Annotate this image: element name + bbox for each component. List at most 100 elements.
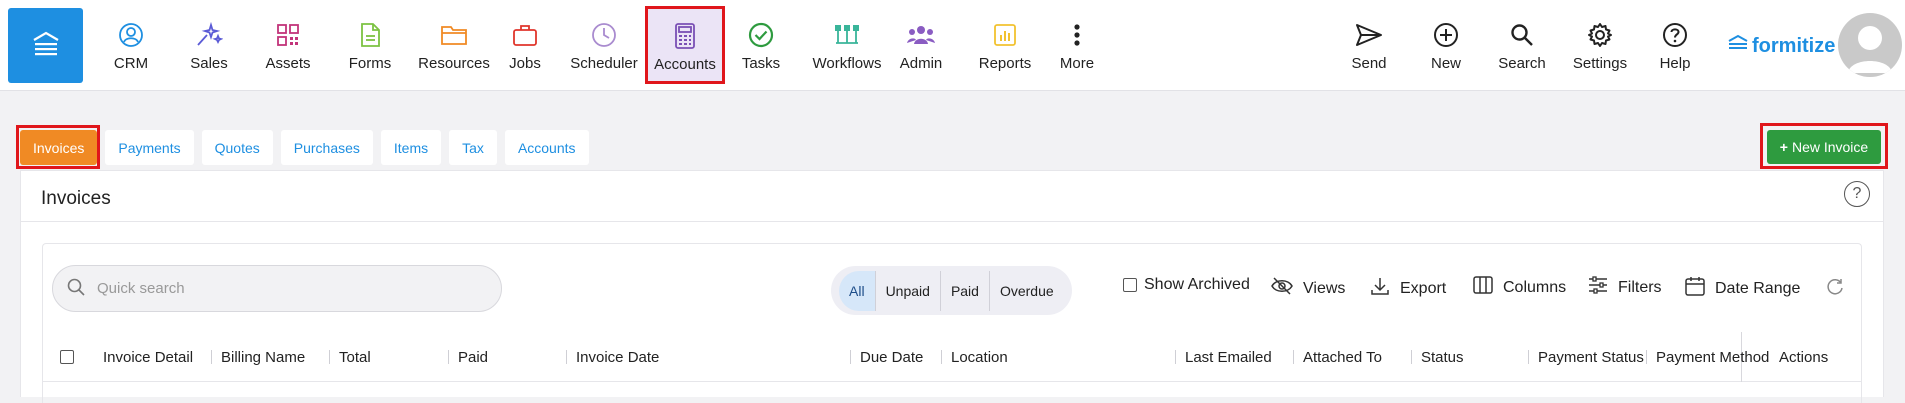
views-button[interactable]: Views	[1271, 276, 1345, 301]
sparkle-icon	[194, 20, 224, 50]
filter-paid[interactable]: Paid	[941, 270, 990, 311]
show-archived-checkbox[interactable]	[1123, 278, 1137, 292]
column-separator[interactable]	[448, 350, 449, 364]
new-invoice-highlight	[1760, 123, 1888, 169]
home-button[interactable]	[8, 8, 83, 83]
column-separator[interactable]	[329, 350, 330, 364]
nav-item-label: Search	[1498, 55, 1546, 72]
kebab-icon	[1062, 20, 1092, 50]
column-header-payment-method[interactable]: Payment Method	[1656, 332, 1769, 382]
nav-item-resources[interactable]: Resources	[414, 8, 494, 81]
column-separator[interactable]	[941, 350, 942, 364]
user-avatar[interactable]	[1838, 13, 1902, 77]
nav-item-send[interactable]: Send	[1337, 8, 1401, 81]
column-header-payment-status[interactable]: Payment Status	[1538, 332, 1644, 382]
nav-item-more[interactable]: More	[1049, 8, 1105, 81]
nav-item-label: Scheduler	[570, 55, 638, 72]
export-button[interactable]: Export	[1370, 276, 1446, 301]
column-header-status[interactable]: Status	[1421, 332, 1464, 382]
nav-item-jobs[interactable]: Jobs	[496, 8, 554, 81]
nav-item-workflows[interactable]: Workflows	[806, 8, 888, 81]
column-header-location[interactable]: Location	[951, 332, 1008, 382]
nav-item-label: CRM	[113, 55, 149, 72]
filter-unpaid[interactable]: Unpaid	[876, 270, 941, 311]
crm-icon	[116, 20, 146, 50]
folder-icon	[439, 20, 469, 50]
show-archived-toggle[interactable]: Show Archived	[1123, 276, 1250, 294]
column-separator[interactable]	[1175, 350, 1176, 364]
help-icon[interactable]: ?	[1844, 181, 1870, 207]
nav-item-admin[interactable]: Admin	[888, 8, 954, 81]
search-icon	[1507, 20, 1537, 50]
formitize-logo[interactable]: formitize	[1727, 34, 1835, 58]
search-icon	[67, 278, 85, 300]
calendar-icon	[1685, 276, 1705, 301]
subtab-purchases[interactable]: Purchases	[280, 130, 373, 165]
column-separator[interactable]	[1528, 350, 1529, 364]
refresh-icon[interactable]	[1825, 277, 1845, 302]
nav-item-label: Settings	[1572, 55, 1628, 72]
subtab-quotes[interactable]: Quotes	[201, 130, 273, 165]
nav-item-tasks[interactable]: Tasks	[728, 8, 794, 81]
nav-item-reports[interactable]: Reports	[965, 8, 1045, 81]
nav-item-label: Reports	[978, 55, 1032, 72]
column-separator[interactable]	[211, 350, 212, 364]
column-separator[interactable]	[1411, 350, 1412, 364]
help-icon	[1660, 20, 1690, 50]
column-header-last-emailed[interactable]: Last Emailed	[1185, 332, 1272, 382]
qr-code-icon	[273, 20, 303, 50]
plus-circle-icon	[1431, 20, 1461, 50]
nav-item-accounts[interactable]: Accounts	[645, 6, 725, 84]
nav-item-search[interactable]: Search	[1490, 8, 1554, 81]
select-all-checkbox[interactable]	[60, 350, 74, 364]
column-header-invoice-detail[interactable]: Invoice Detail	[103, 332, 193, 382]
subtab-accounts[interactable]: Accounts	[504, 130, 589, 165]
column-header-total[interactable]: Total	[339, 332, 371, 382]
logo-mark-icon	[1727, 34, 1749, 58]
clock-icon	[589, 20, 619, 50]
filters-label: Filters	[1618, 278, 1662, 296]
page-title: Invoices	[41, 188, 111, 209]
date-range-button[interactable]: Date Range	[1685, 276, 1800, 301]
export-label: Export	[1400, 279, 1447, 297]
column-header-invoice-date[interactable]: Invoice Date	[576, 332, 659, 382]
subtab-items[interactable]: Items	[380, 130, 442, 165]
column-header-paid[interactable]: Paid	[458, 332, 488, 382]
filters-button[interactable]: Filters	[1588, 276, 1662, 299]
invoice-table-container: AllUnpaidPaidOverdue Show Archived Views…	[42, 243, 1862, 403]
nav-item-label: Assets	[265, 55, 311, 72]
column-header-due-date[interactable]: Due Date	[860, 332, 923, 382]
column-header-actions[interactable]: Actions	[1779, 332, 1828, 382]
column-header-billing-name[interactable]: Billing Name	[221, 332, 305, 382]
filter-overdue[interactable]: Overdue	[990, 271, 1064, 311]
subtab-tax[interactable]: Tax	[449, 130, 497, 165]
views-label: Views	[1303, 279, 1346, 297]
column-separator[interactable]	[1293, 350, 1294, 364]
users-icon	[906, 20, 936, 50]
column-separator[interactable]	[566, 350, 567, 364]
invoices-panel: Invoices ? AllUnpaidPaidOverdue Show Arc…	[20, 170, 1884, 403]
nav-item-label: Sales	[190, 55, 228, 72]
column-separator[interactable]	[850, 350, 851, 364]
quick-search[interactable]	[52, 265, 502, 312]
nav-item-label: Tasks	[741, 55, 781, 72]
subtab-payments[interactable]: Payments	[105, 130, 194, 165]
nav-item-crm[interactable]: CRM	[99, 8, 163, 81]
column-header-attached-to[interactable]: Attached To	[1303, 332, 1382, 382]
nav-item-label: More	[1059, 55, 1095, 72]
check-circle-icon	[746, 20, 776, 50]
nav-item-help[interactable]: Help	[1646, 8, 1704, 81]
column-separator[interactable]	[1646, 350, 1647, 364]
nav-item-sales[interactable]: Sales	[175, 8, 243, 81]
logo-text: formitize	[1752, 34, 1836, 57]
search-input[interactable]	[97, 280, 477, 297]
nav-item-new[interactable]: New	[1414, 8, 1478, 81]
nav-item-forms[interactable]: Forms	[337, 8, 403, 81]
columns-button[interactable]: Columns	[1473, 276, 1566, 299]
nav-item-assets[interactable]: Assets	[255, 8, 321, 81]
filter-all[interactable]: All	[839, 270, 876, 311]
nav-item-scheduler[interactable]: Scheduler	[568, 8, 640, 81]
nav-item-label: Resources	[418, 55, 490, 72]
briefcase-icon	[510, 20, 540, 50]
nav-item-settings[interactable]: Settings	[1567, 8, 1633, 81]
